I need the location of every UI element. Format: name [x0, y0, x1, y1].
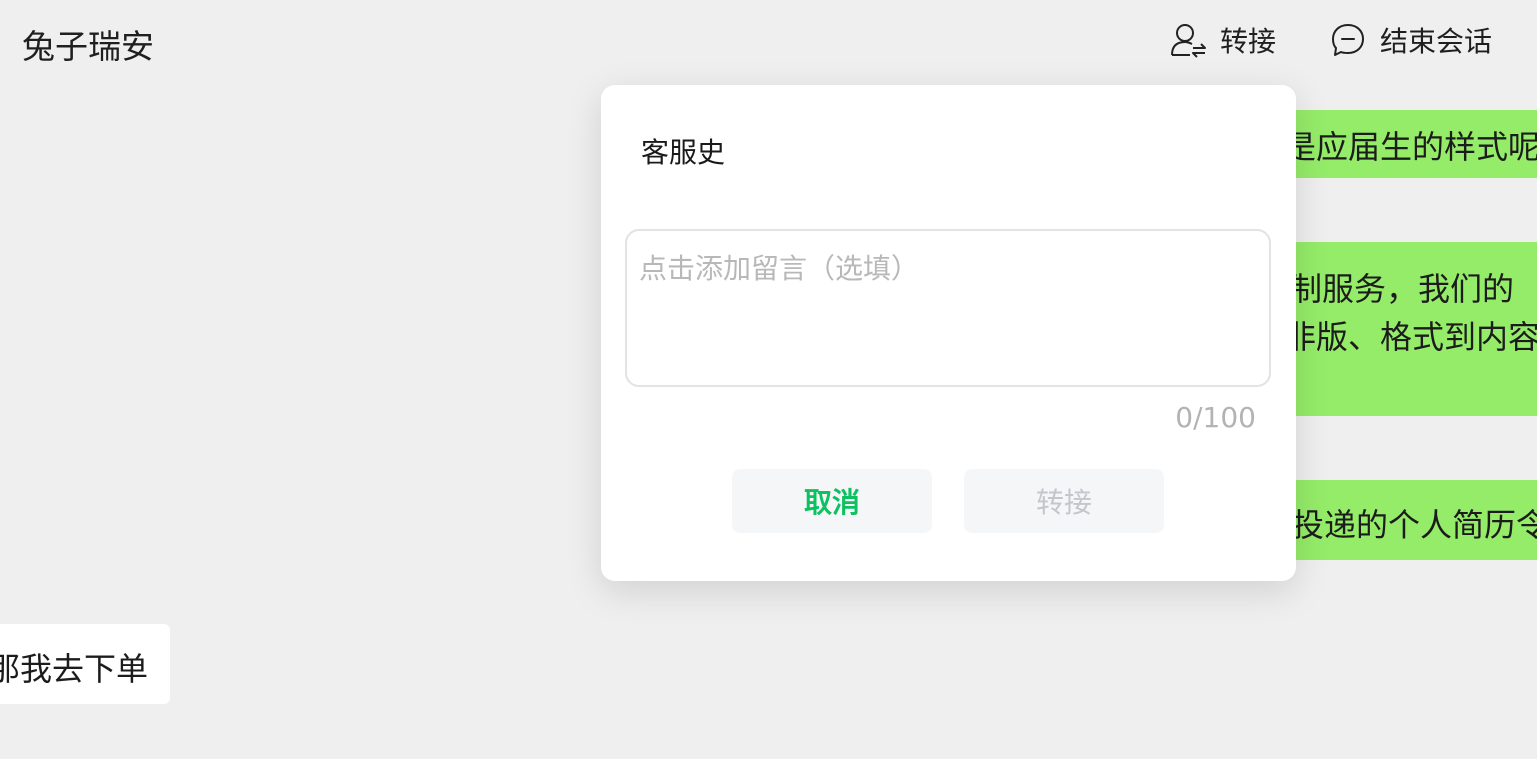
end-session-label: 结束会话 [1380, 25, 1493, 58]
confirm-transfer-button[interactable]: 转接 [964, 469, 1164, 533]
agent-name: 客服史 [641, 136, 726, 169]
chat-bubble-icon [1328, 20, 1368, 60]
chat-header: 兔子瑞安 转接 结束会话 [0, 0, 1537, 84]
message-text-line: 非版、格式到内容 [1284, 318, 1537, 356]
message-input[interactable] [627, 231, 1269, 385]
message-bubble-incoming: 那我去下单 [0, 624, 170, 704]
message-bubble-outgoing: 是应届生的样式呢 [1282, 110, 1537, 178]
transfer-button[interactable]: 转接 [1168, 20, 1276, 60]
message-text: 那我去下单 [0, 650, 149, 688]
end-session-button[interactable]: 结束会话 [1328, 20, 1492, 60]
contact-name: 兔子瑞安 [22, 27, 154, 66]
user-transfer-icon [1168, 20, 1208, 60]
message-text-line: 制服务，我们的 [1290, 270, 1515, 308]
transfer-label: 转接 [1220, 25, 1277, 58]
message-bubble-outgoing: 制服务，我们的 非版、格式到内容 [1282, 242, 1537, 416]
char-counter: 0/100 [1175, 401, 1256, 434]
message-field-wrapper [625, 229, 1271, 387]
message-text: 是应届生的样式呢 [1284, 128, 1537, 166]
cancel-button[interactable]: 取消 [732, 469, 932, 533]
chat-window: 兔子瑞安 转接 结束会话 是应届生的样式呢 制服务，我们的 非版、格式到内容 投… [0, 0, 1537, 759]
message-bubble-outgoing: 投递的个人简历令 [1282, 480, 1537, 560]
transfer-dialog: 客服史 0/100 取消 转接 [601, 85, 1296, 581]
message-text: 投递的个人简历令 [1292, 506, 1537, 544]
